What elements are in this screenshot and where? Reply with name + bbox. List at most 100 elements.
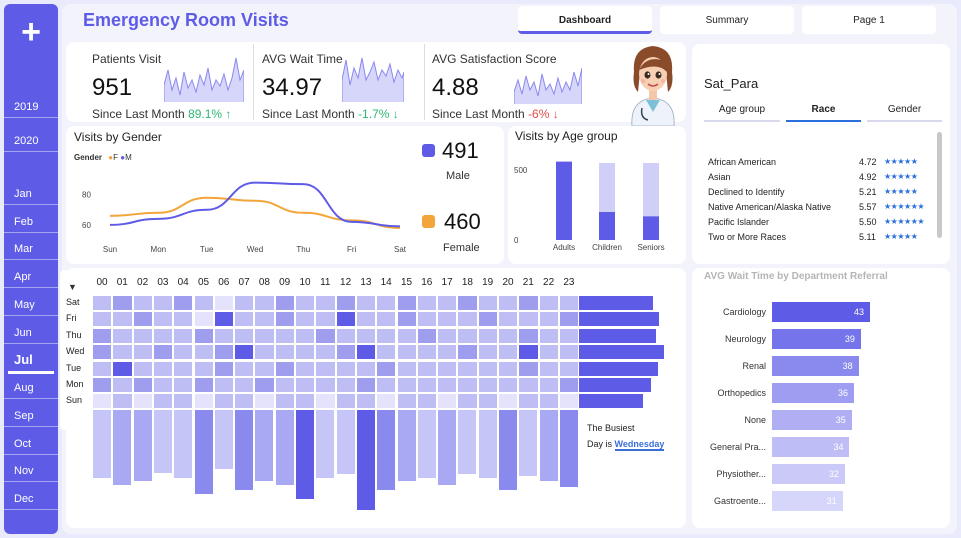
sidebar-item-month[interactable]: Jun <box>4 322 58 344</box>
heatmap-cell[interactable] <box>498 344 519 361</box>
heatmap-cell[interactable] <box>274 344 295 361</box>
heatmap-cell[interactable] <box>538 344 559 361</box>
department-bar[interactable]: 32 <box>772 464 845 484</box>
department-bar[interactable]: 34 <box>772 437 850 457</box>
heatmap-cell[interactable] <box>112 311 133 328</box>
heatmap-cell[interactable] <box>477 311 498 328</box>
heatmap-cell[interactable] <box>376 377 397 393</box>
heatmap-cell[interactable] <box>518 377 539 393</box>
heatmap-cell[interactable] <box>295 360 316 377</box>
heatmap-cell[interactable] <box>558 393 580 410</box>
heatmap-cell[interactable] <box>355 393 377 410</box>
heatmap-cell[interactable] <box>518 327 539 344</box>
heatmap-cell[interactable] <box>193 311 214 328</box>
heatmap-cell[interactable] <box>355 360 377 377</box>
sidebar-item-month[interactable]: Nov <box>4 460 58 482</box>
heatmap-cell[interactable] <box>518 393 539 410</box>
heatmap-cell[interactable] <box>112 295 133 311</box>
heatmap-cell[interactable] <box>558 344 580 361</box>
tab-summary[interactable]: Summary <box>660 6 794 34</box>
sidebar-item-month[interactable]: Oct <box>4 433 58 455</box>
heatmap-cell[interactable] <box>477 295 498 311</box>
heatmap-cell[interactable] <box>193 295 214 311</box>
heatmap-cell[interactable] <box>173 327 194 344</box>
heatmap-cell[interactable] <box>234 311 255 328</box>
tab-dashboard[interactable]: Dashboard <box>518 6 652 34</box>
heatmap-cell[interactable] <box>295 327 316 344</box>
heatmap-cell[interactable] <box>416 344 438 361</box>
heatmap-cell[interactable] <box>335 360 356 377</box>
heatmap-cell[interactable] <box>295 344 316 361</box>
heatmap-cell[interactable] <box>295 377 316 393</box>
heatmap-cell[interactable] <box>213 327 235 344</box>
heatmap-cell[interactable] <box>477 377 498 393</box>
heatmap-cell[interactable] <box>376 327 397 344</box>
day-label[interactable]: Tue <box>66 363 90 373</box>
heatmap-cell[interactable] <box>254 360 275 377</box>
heatmap-cell[interactable] <box>213 344 235 361</box>
heatmap-cell[interactable] <box>213 311 235 328</box>
day-label[interactable]: Fri <box>66 313 90 323</box>
heatmap-cell[interactable] <box>234 327 255 344</box>
heatmap-cell[interactable] <box>335 311 356 328</box>
sidebar-item-month[interactable]: Jan <box>4 183 58 205</box>
heatmap-cell[interactable] <box>315 311 336 328</box>
heatmap-cell[interactable] <box>335 377 356 393</box>
heatmap-cell[interactable] <box>355 344 377 361</box>
heatmap-cell[interactable] <box>112 360 133 377</box>
heatmap-cell[interactable] <box>437 377 458 393</box>
add-icon[interactable]: + <box>4 12 58 52</box>
sidebar-item-month[interactable]: May <box>4 294 58 316</box>
heatmap-cell[interactable] <box>335 344 356 361</box>
heatmap-cell[interactable] <box>234 344 255 361</box>
heatmap-cell[interactable] <box>173 295 194 311</box>
heatmap-cell[interactable] <box>396 295 417 311</box>
heatmap-cell[interactable] <box>234 393 255 410</box>
heatmap-cell[interactable] <box>376 344 397 361</box>
heatmap-cell[interactable] <box>112 393 133 410</box>
heatmap-cell[interactable] <box>477 360 498 377</box>
tab-race[interactable]: Race <box>786 104 861 122</box>
heatmap-cell[interactable] <box>315 360 336 377</box>
heatmap-cell[interactable] <box>254 311 275 328</box>
heatmap-cell[interactable] <box>295 311 316 328</box>
heatmap-cell[interactable] <box>558 311 580 328</box>
sidebar-item-year[interactable]: 2019 <box>4 96 58 118</box>
heatmap-cell[interactable] <box>213 393 235 410</box>
heatmap-cell[interactable] <box>416 360 438 377</box>
heatmap-cell[interactable] <box>416 393 438 410</box>
heatmap-cell[interactable] <box>92 377 113 393</box>
heatmap-cell[interactable] <box>193 327 214 344</box>
heatmap-cell[interactable] <box>132 344 153 361</box>
heatmap-cell[interactable] <box>213 377 235 393</box>
heatmap-cell[interactable] <box>498 295 519 311</box>
department-bar[interactable]: 31 <box>772 491 843 511</box>
heatmap-cell[interactable] <box>132 377 153 393</box>
heatmap-cell[interactable] <box>295 393 316 410</box>
heatmap-cell[interactable] <box>112 344 133 361</box>
heatmap-cell[interactable] <box>437 311 458 328</box>
heatmap-cell[interactable] <box>518 360 539 377</box>
heatmap-cell[interactable] <box>498 393 519 410</box>
heatmap-cell[interactable] <box>92 295 113 311</box>
heatmap-cell[interactable] <box>396 327 417 344</box>
heatmap-cell[interactable] <box>457 393 478 410</box>
heatmap-cell[interactable] <box>376 295 397 311</box>
heatmap-cell[interactable] <box>193 393 214 410</box>
heatmap-cell[interactable] <box>416 295 438 311</box>
sidebar-item-month[interactable]: Apr <box>4 266 58 288</box>
heatmap-cell[interactable] <box>498 327 519 344</box>
heatmap-cell[interactable] <box>112 327 133 344</box>
day-label[interactable]: Sun <box>66 395 90 405</box>
heatmap-cell[interactable] <box>152 360 174 377</box>
heatmap-cell[interactable] <box>355 311 377 328</box>
day-label[interactable]: Wed <box>66 346 90 356</box>
heatmap-cell[interactable] <box>498 360 519 377</box>
heatmap-cell[interactable] <box>335 295 356 311</box>
heatmap-cell[interactable] <box>234 360 255 377</box>
sidebar-item-month[interactable]: Dec <box>4 488 58 510</box>
heatmap-cell[interactable] <box>152 377 174 393</box>
sidebar-item-month-active[interactable]: Jul <box>4 349 58 374</box>
heatmap-cell[interactable] <box>274 377 295 393</box>
heatmap-cell[interactable] <box>254 393 275 410</box>
